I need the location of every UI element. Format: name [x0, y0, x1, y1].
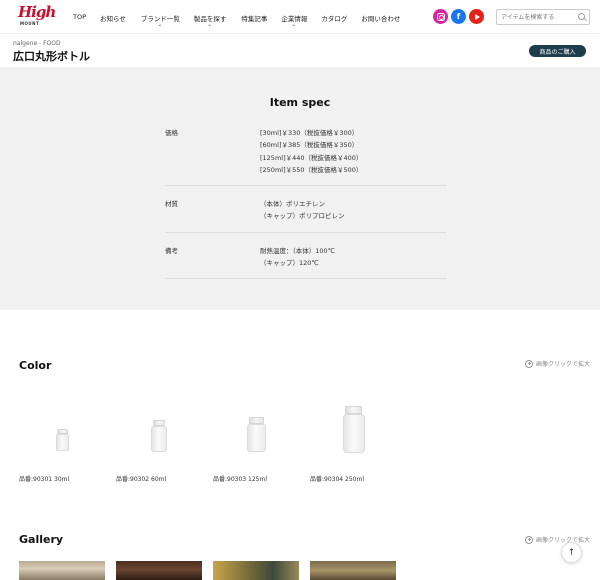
spec-label: 材質 [165, 200, 178, 209]
spec-row-notes: 備考 耐熱温度：（本体）100℃ （キャップ）120℃ [165, 241, 446, 280]
spec-value: [60ml]￥385（税抜価格￥350） [260, 141, 359, 150]
spec-label: 価格 [165, 129, 178, 137]
instagram-glyph [436, 12, 445, 21]
spec-values: [30ml]￥330（税抜価格￥300） [60ml]￥385（税抜価格￥350… [260, 123, 446, 185]
product-card-250ml[interactable]: 品番:90304 250ml [310, 388, 396, 483]
buy-button[interactable]: 商品のご購入 [529, 45, 586, 57]
spec-values: 耐熱温度：（本体）100℃ （キャップ）120℃ [260, 241, 446, 279]
product-label: 品番:90301 30ml [19, 476, 70, 483]
product-image[interactable] [310, 388, 396, 468]
site-header: High MOUNT TOP お知らせ ブランド一覧 ⌄ 製品を探す ⌄ 特集記事 … [0, 0, 600, 34]
search-input[interactable] [501, 12, 577, 22]
chevron-down-icon: ⌄ [207, 21, 213, 28]
gallery-section-title: Gallery [19, 533, 64, 546]
youtube-icon[interactable] [469, 9, 484, 24]
product-label: 品番:90302 60ml [116, 476, 167, 483]
spec-value: [30ml]￥330（税抜価格￥300） [260, 129, 359, 137]
color-zoom-hint: 画像クリックで拡大 [525, 359, 590, 368]
product-label: 品番:90304 250ml [310, 476, 364, 483]
logo-subtext: MOUNT [20, 21, 40, 26]
nav-item-brands[interactable]: ブランド一覧 ⌄ [141, 0, 180, 28]
spec-label: 備考 [165, 246, 178, 255]
spec-row-price: 価格 [30ml]￥330（税抜価格￥300） [60ml]￥385（税抜価格￥… [165, 123, 446, 187]
zoom-hint-label: 画像クリックで拡大 [536, 537, 591, 544]
spec-value: （本体）ポリエチレン [260, 200, 325, 209]
nav-label: TOP [73, 13, 87, 21]
breadcrumb[interactable]: nalgene - FOOD [13, 40, 61, 47]
item-spec-section: Item spec 価格 [30ml]￥330（税抜価格￥300） [60ml]… [0, 67, 600, 310]
nav-item-products[interactable]: 製品を探す ⌄ [194, 0, 227, 28]
spec-title: Item spec [269, 96, 331, 109]
spec-row-material: 材質 （本体）ポリエチレン （キャップ）ポリプロピレン [165, 194, 446, 233]
product-image[interactable] [19, 388, 105, 468]
nav-item-company[interactable]: 企業情報 ⌄ [281, 0, 307, 28]
nav-item-top[interactable]: TOP [73, 0, 86, 21]
youtube-glyph [474, 13, 480, 20]
bottle-body [247, 424, 266, 452]
facebook-icon[interactable]: f [451, 9, 466, 24]
spec-value: [125ml]￥440（税抜価格￥400） [260, 153, 363, 162]
gallery-zoom-hint: 画像クリックで拡大 [525, 535, 590, 544]
search-icon[interactable] [578, 13, 585, 20]
nav-item-features[interactable]: 特集記事 [241, 0, 267, 23]
nav-label: お知らせ [100, 15, 126, 23]
instagram-icon[interactable] [433, 9, 448, 24]
product-card-30ml[interactable]: 品番:90301 30ml [19, 388, 105, 483]
arrow-up-icon: ↑ [567, 547, 576, 558]
chevron-down-icon: ⌄ [157, 21, 163, 28]
facebook-glyph: f [456, 12, 461, 21]
gallery-image[interactable] [116, 561, 202, 580]
spec-values: （本体）ポリエチレン （キャップ）ポリプロピレン [260, 194, 446, 232]
zoom-in-icon [525, 535, 533, 544]
zoom-in-icon [525, 359, 533, 368]
search-box [496, 9, 590, 25]
zoom-hint-label: 画像クリックで拡大 [536, 361, 591, 368]
spec-value: （キャップ）120℃ [260, 259, 319, 268]
bottle-body [151, 426, 167, 452]
nav-item-catalog[interactable]: カタログ [321, 0, 347, 23]
product-card-60ml[interactable]: 品番:90302 60ml [116, 388, 202, 483]
nav-label: カタログ [321, 15, 348, 23]
bottle-cap [249, 417, 264, 424]
product-image[interactable] [116, 388, 202, 468]
bottle-cap [345, 406, 362, 414]
spec-value: （キャップ）ポリプロピレン [260, 212, 345, 221]
nav-item-contact[interactable]: お問い合わせ [361, 0, 400, 23]
back-to-top-button[interactable]: ↑ [561, 542, 582, 563]
spec-table: 価格 [30ml]￥330（税抜価格￥300） [60ml]￥385（税抜価格￥… [165, 123, 446, 280]
bottle-body [343, 414, 365, 453]
brand-logo[interactable]: High MOUNT [18, 3, 56, 31]
bottle-body [56, 434, 69, 451]
gallery-image[interactable] [310, 561, 396, 580]
nav-item-news[interactable]: お知らせ [100, 0, 126, 23]
product-image[interactable] [213, 388, 299, 468]
nav-label: お問い合わせ [361, 15, 401, 23]
chevron-down-icon: ⌄ [291, 21, 297, 28]
logo-text: High [18, 3, 56, 21]
gallery-image[interactable] [213, 561, 299, 580]
product-label: 品番:90303 125ml [213, 476, 267, 483]
spec-value: 耐熱温度：（本体）100℃ [260, 246, 335, 255]
color-section-title: Color [19, 359, 52, 372]
product-card-125ml[interactable]: 品番:90303 125ml [213, 388, 299, 483]
spec-value: [250ml]￥550（税抜価格￥500） [260, 165, 363, 174]
page-title: 広口丸形ボトル [13, 50, 90, 63]
main-nav: TOP お知らせ ブランド一覧 ⌄ 製品を探す ⌄ 特集記事 企業情報 ⌄ カタログ … [66, 0, 400, 34]
gallery-image[interactable] [19, 561, 105, 580]
nav-label: 特集記事 [241, 15, 268, 23]
